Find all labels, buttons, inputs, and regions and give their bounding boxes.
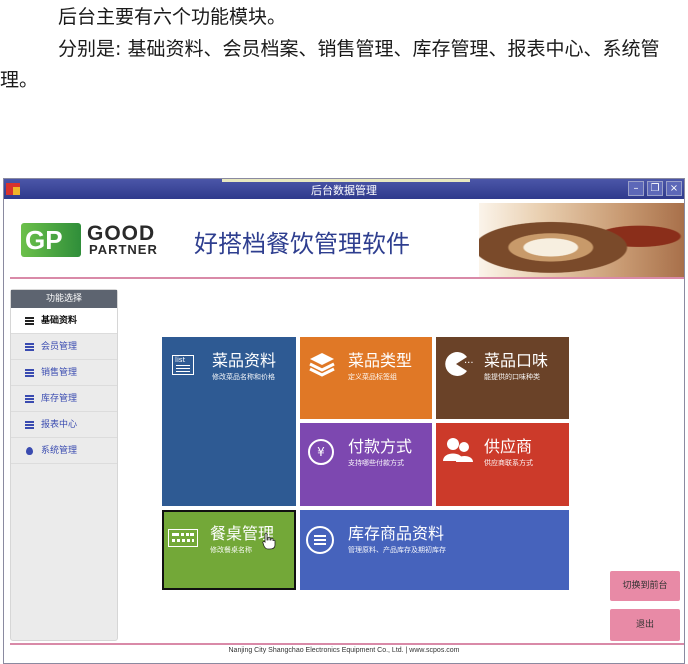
sidebar-item-label: 系统管理	[41, 446, 78, 456]
sidebar-item-system[interactable]: 系统管理	[11, 438, 117, 464]
footer-divider	[10, 643, 684, 645]
menu-line	[314, 539, 326, 541]
list-icon	[25, 343, 34, 351]
coffee-banner-image	[479, 203, 684, 277]
minimize-button[interactable]: –	[628, 181, 644, 196]
tile-description: 支持哪些付款方式	[348, 459, 404, 467]
list-icon	[25, 317, 34, 325]
keyboard-icon	[168, 529, 198, 547]
sidebar-item-label: 销售管理	[41, 368, 78, 378]
list-icon-line	[176, 371, 190, 372]
menu-line	[314, 543, 326, 545]
tile-description: 修改菜品名称和价格	[212, 373, 275, 381]
tile-title: 库存商品资料	[348, 524, 445, 543]
menu-circle-icon	[306, 526, 334, 554]
app-window: 后台数据管理 – ❐ × GP GOOD PARTNER 好搭档餐饮管理软件 功…	[3, 178, 685, 664]
list-icon-line	[176, 365, 190, 366]
tile-description: 修改餐桌名称	[210, 546, 252, 554]
sidebar-item-inventory[interactable]: 库存管理	[11, 386, 117, 412]
users-icon	[443, 438, 473, 462]
sidebar-item-label: 基础资料	[41, 316, 78, 326]
tile-description: 管理原料、产品库存及期初库存	[348, 546, 446, 554]
drop-icon	[26, 447, 33, 455]
gp-logo-mark: GP	[21, 223, 81, 257]
header-banner: GP GOOD PARTNER 好搭档餐饮管理软件	[4, 199, 684, 279]
keyboard-keys	[172, 539, 194, 542]
tile-description: 能提供的口味种类	[484, 373, 540, 381]
logo-partner-text: PARTNER	[89, 242, 158, 257]
sidebar-item-members[interactable]: 会员管理	[11, 334, 117, 360]
hand-cursor-icon	[262, 532, 276, 550]
list-icon: list	[172, 355, 194, 375]
app-title: 好搭档餐饮管理软件	[194, 230, 410, 258]
tile-suppliers[interactable]: 供应商 供应商联系方式	[436, 423, 569, 506]
list-icon	[25, 395, 34, 403]
sidebar-item-reports[interactable]: 报表中心	[11, 412, 117, 438]
tile-inventory-products[interactable]: 库存商品资料 管理原料、产品库存及期初库存	[300, 510, 569, 590]
footer-company-info: Nanjing City Shangchao Electronics Equip…	[228, 647, 460, 654]
sidebar-item-label: 报表中心	[41, 420, 78, 430]
sidebar-item-label: 库存管理	[41, 394, 78, 404]
tile-description: 定义菜品标签组	[348, 373, 397, 381]
layers-icon	[309, 353, 335, 377]
tile-title: 供应商	[484, 437, 533, 456]
sidebar-item-sales[interactable]: 销售管理	[11, 360, 117, 386]
exit-button[interactable]: 退出	[610, 609, 680, 641]
tile-description: 供应商联系方式	[484, 459, 533, 467]
tile-payment-methods[interactable]: ¥ 付款方式 支持哪些付款方式	[300, 423, 432, 506]
dots-icon: ...	[464, 355, 474, 366]
restore-button[interactable]: ❐	[647, 181, 663, 196]
menu-line	[314, 535, 326, 537]
tile-title: 付款方式	[348, 437, 413, 456]
list-icon	[25, 421, 34, 429]
gp-letters: GP	[25, 225, 63, 255]
paragraph-1: 后台主要有六个功能模块。	[58, 6, 287, 28]
good-partner-logo: GP GOOD PARTNER	[21, 222, 181, 257]
window-title: 后台数据管理	[311, 184, 377, 197]
close-button[interactable]: ×	[666, 181, 682, 196]
yen-icon: ¥	[308, 439, 334, 465]
list-icon-line	[176, 368, 190, 369]
paragraph-2: 分别是: 基础资料、会员档案、销售管理、库存管理、报表中心、系统管理。	[0, 38, 660, 91]
sidebar-header: 功能选择	[11, 290, 117, 308]
list-icon-label: list	[175, 356, 186, 364]
title-bar: 后台数据管理 – ❐ ×	[4, 179, 684, 199]
header-divider	[10, 277, 684, 279]
function-sidebar: 功能选择 基础资料 会员管理 销售管理 库存管理 报表中心 系统管理	[10, 289, 118, 641]
tile-title: 菜品资料	[212, 351, 277, 370]
tile-title: 菜品口味	[484, 351, 549, 370]
tile-dishes[interactable]: list 菜品资料 修改菜品名称和价格	[162, 337, 296, 506]
sidebar-item-basic-data[interactable]: 基础资料	[11, 308, 117, 334]
list-icon	[25, 369, 34, 377]
tile-flavors[interactable]: ... 菜品口味 能提供的口味种类	[436, 337, 569, 419]
switch-to-front-button[interactable]: 切换到前台	[610, 571, 680, 601]
tile-tables[interactable]: 餐桌管理 修改餐桌名称	[162, 510, 296, 590]
sidebar-item-label: 会员管理	[41, 342, 78, 352]
keyboard-keys	[172, 533, 194, 536]
tile-title: 菜品类型	[348, 351, 413, 370]
tile-dish-types[interactable]: 菜品类型 定义菜品标签组	[300, 337, 432, 419]
